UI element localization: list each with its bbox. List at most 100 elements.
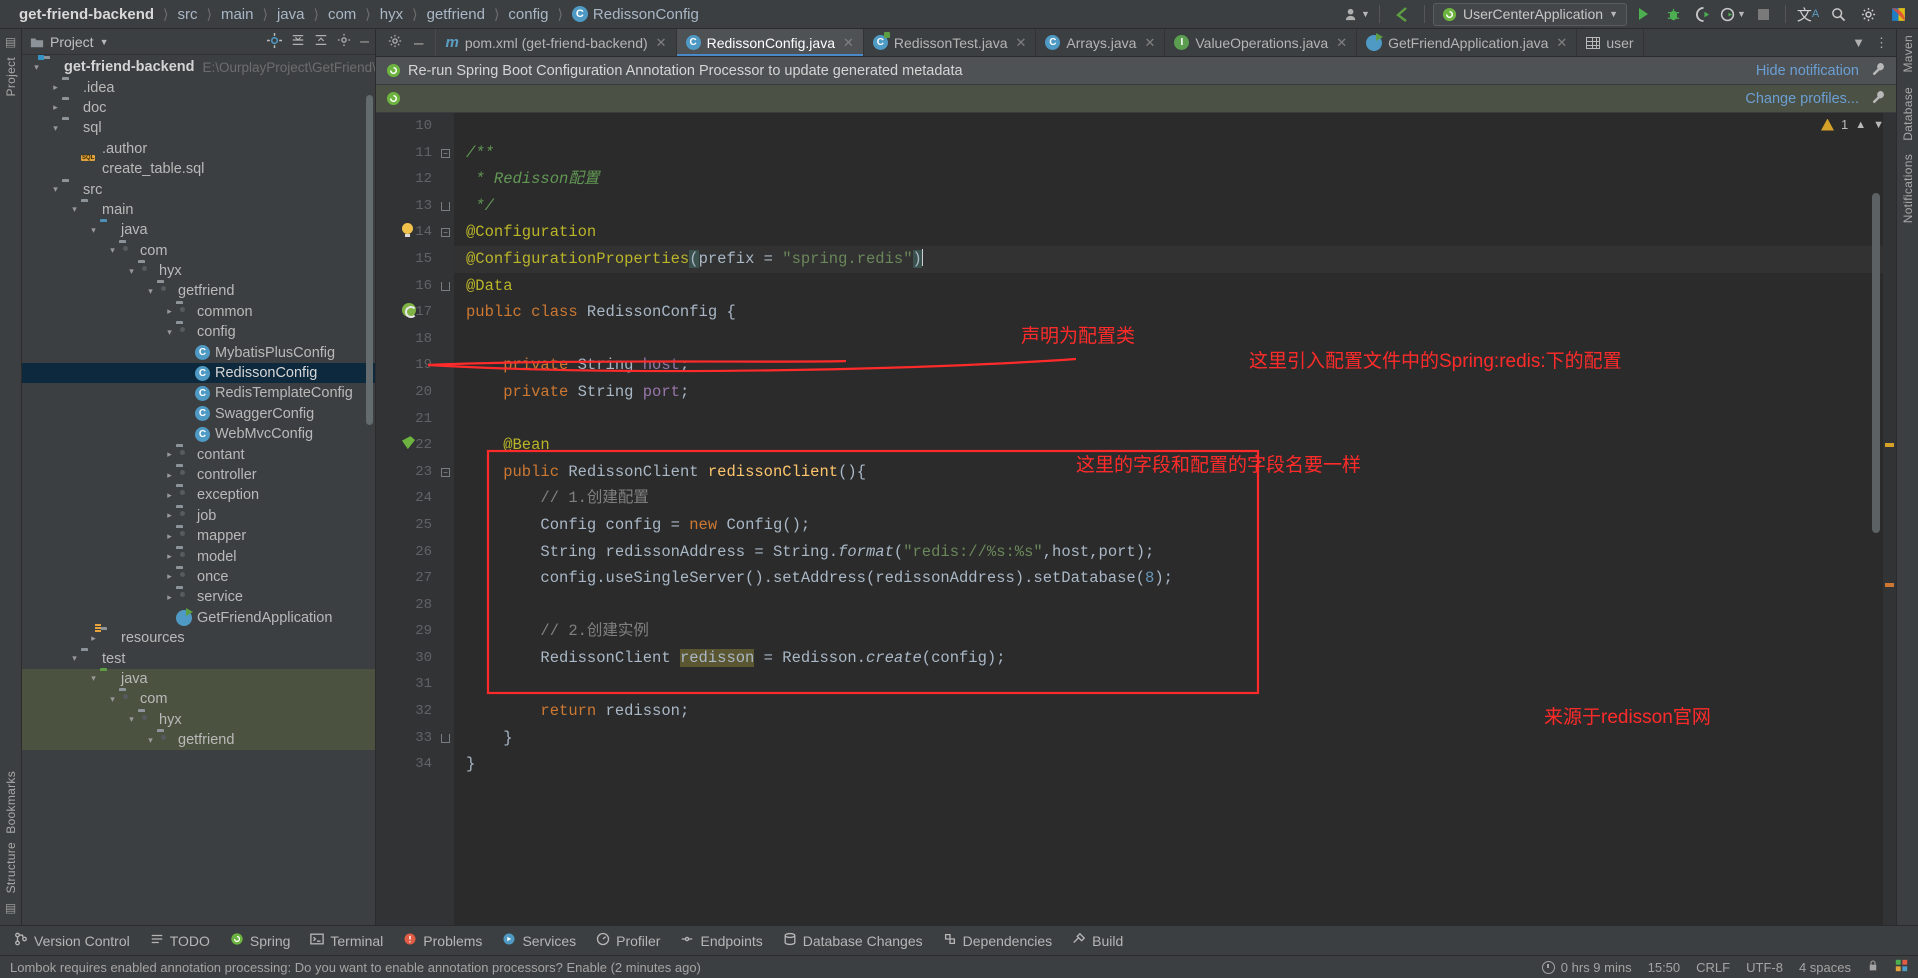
breadcrumb-item-getfriend[interactable]: getfriend [422,6,490,23]
editor-scrollbar[interactable] [1872,193,1880,533]
hide-icon[interactable]: – [414,34,423,51]
breadcrumb-item-class[interactable]: C RedissonConfig [567,6,704,23]
tree-node-main[interactable]: ▾ main [22,200,375,220]
close-icon[interactable]: ✕ [656,35,667,51]
fold-gutter[interactable]: − − − [438,113,454,925]
close-icon[interactable]: ✕ [1144,35,1155,51]
tree-toggle-arrow[interactable]: ▸ [163,490,176,501]
editor-tab-redissonconfig-java[interactable]: C RedissonConfig.java ✕ [676,29,864,56]
chevron-down-icon[interactable]: ▼ [100,37,109,47]
encoding-widget[interactable]: UTF-8 [1746,960,1783,975]
tree-node-common[interactable]: ▸ common [22,302,375,322]
tree-toggle-arrow[interactable]: ▸ [163,571,176,582]
code-line[interactable] [454,113,1896,140]
fold-cell[interactable] [438,698,454,725]
code-editor[interactable]: 10 11 12 13 14 15 16 17 18 19 20 21 22 23 24 25 26 27 28 29… [376,113,1896,925]
tree-node-controller[interactable]: ▸ controller [22,465,375,485]
account-icon[interactable]: ▼ [1343,1,1371,27]
change-profiles-link[interactable]: Change profiles... [1745,91,1859,107]
fold-collapse-icon[interactable]: − [441,228,450,238]
code-line[interactable]: config.useSingleServer().setAddress(redi… [454,565,1896,592]
translate-icon[interactable]: 文A [1794,1,1822,27]
expand-all-icon[interactable] [291,33,305,50]
fold-end-icon[interactable] [441,281,450,291]
fold-collapse-icon[interactable]: − [441,148,450,158]
code-line[interactable]: Config config = new Config(); [454,512,1896,539]
fold-cell[interactable] [438,113,454,140]
prev-problem-icon[interactable]: ▲ [1855,119,1866,131]
hide-icon[interactable]: – [360,33,369,49]
fold-cell[interactable] [438,299,454,326]
fold-cell[interactable] [438,326,454,353]
tool-window-button-services[interactable]: Services [502,932,576,949]
rail-item-database[interactable]: Database [1901,87,1915,141]
tree-toggle-arrow[interactable]: ▾ [163,327,176,338]
code-line[interactable]: private String host; [454,352,1896,379]
close-icon[interactable]: ✕ [843,35,854,51]
tree-node-hyx[interactable]: ▾ hyx [22,261,375,281]
tool-window-button-todo[interactable]: TODO [150,932,210,949]
lock-icon[interactable] [1867,959,1879,975]
tree-node-exception[interactable]: ▸ exception [22,485,375,505]
status-message[interactable]: Lombok requires enabled annotation proce… [10,960,701,975]
code-line[interactable]: @Data [454,273,1896,300]
tree-node-getfriend[interactable]: ▾ getfriend [22,729,375,751]
tree-node-mapper[interactable]: ▸ mapper [22,526,375,546]
fold-cell[interactable] [438,539,454,566]
spring-bean-gutter-icon[interactable] [402,303,417,319]
locate-icon[interactable] [267,32,283,51]
editor-tab-redissontest-java[interactable]: C RedissonTest.java ✕ [863,29,1037,56]
tree-node-service[interactable]: ▸ service [22,587,375,607]
fold-cell[interactable] [438,645,454,672]
tree-node-java[interactable]: ▾ java [22,668,375,690]
time-tracking-widget[interactable]: 0 hrs 9 mins [1541,960,1632,975]
editor-tab-user[interactable]: user [1577,29,1644,56]
collapse-all-icon[interactable] [314,33,328,50]
code-line[interactable]: @Configuration [454,219,1896,246]
tree-node-getfriendapplication[interactable]: GetFriendApplication [22,607,375,628]
rail-item-structure[interactable]: Structure [4,842,18,893]
rail-item-bookmarks[interactable]: Bookmarks [4,771,18,834]
tree-toggle-arrow[interactable]: ▾ [106,694,119,705]
code-line[interactable] [454,326,1896,353]
tree-node-create-table-sql[interactable]: SQL create_table.sql [22,155,375,179]
tree-node-redissonconfig[interactable]: C RedissonConfig [22,362,375,384]
fold-end-icon[interactable] [441,733,450,743]
fold-cell[interactable] [438,166,454,193]
tree-node-swaggerconfig[interactable]: C SwaggerConfig [22,404,375,424]
settings-icon[interactable] [1854,1,1882,27]
tree-toggle-arrow[interactable]: ▸ [163,470,176,481]
fold-cell[interactable] [438,273,454,300]
tree-node-src[interactable]: ▾ src [22,179,375,199]
tool-window-button-terminal[interactable]: Terminal [310,932,383,949]
breadcrumb-item-project[interactable]: get-friend-backend [14,6,159,23]
tree-toggle-arrow[interactable]: ▾ [144,735,157,746]
settings-icon[interactable] [388,34,402,51]
code-line[interactable]: } [454,751,1896,778]
tree-toggle-arrow[interactable]: ▾ [125,266,138,277]
fold-cell[interactable] [438,592,454,619]
fold-end-icon[interactable] [441,201,450,211]
tree-node-com[interactable]: ▾ com [22,241,375,261]
tree-toggle-arrow[interactable]: ▾ [87,225,100,236]
fold-cell[interactable] [438,751,454,778]
tree-node-java[interactable]: ▾ java [22,220,375,240]
notifications-icon[interactable] [1895,959,1908,975]
fold-cell[interactable] [438,618,454,645]
fold-cell[interactable] [438,725,454,752]
run-button[interactable] [1629,1,1657,27]
tree-node-get-friend-backend[interactable]: ▾ get-friend-backend E:\OurplayProject\Get… [22,57,375,77]
fold-cell[interactable] [438,512,454,539]
tree-toggle-arrow[interactable]: ▾ [106,245,119,256]
editor-tab-valueoperations-java[interactable]: I ValueOperations.java ✕ [1165,29,1358,56]
code-line[interactable] [454,406,1896,433]
breadcrumb-item-main[interactable]: main [216,6,259,23]
wrench-icon[interactable] [1871,62,1886,80]
code-line[interactable]: @ConfigurationProperties(prefix = "sprin… [454,245,1896,273]
code-line[interactable]: * Redisson配置 [454,166,1896,193]
tree-node-model[interactable]: ▸ model [22,546,375,566]
fold-cell[interactable] [438,432,454,459]
editor-tab-getfriendapplication-java[interactable]: GetFriendApplication.java ✕ [1357,29,1578,56]
editor-tab-pom-xml-get-friend-backend-[interactable]: m pom.xml (get-friend-backend) ✕ [436,29,677,56]
tree-toggle-arrow[interactable]: ▾ [68,204,81,215]
